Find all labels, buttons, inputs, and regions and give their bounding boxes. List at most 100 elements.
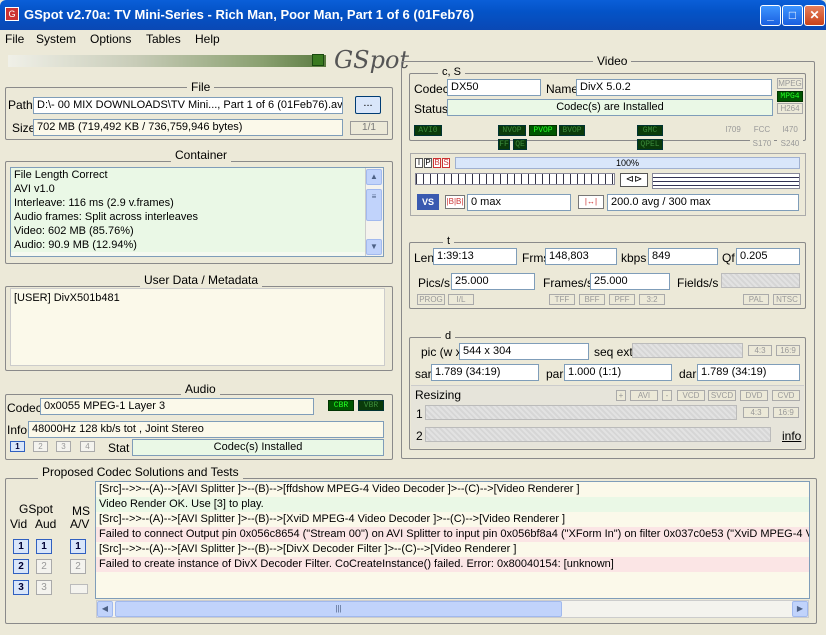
gspot-aud-1-button[interactable]: 1 (36, 539, 52, 554)
list-item: Interleave: 116 ms (2.9 v.frames) (11, 196, 383, 210)
frames-field: 25.000 (590, 273, 670, 290)
resize-43-button[interactable]: 4:3 (743, 407, 769, 418)
vbr-indicator: VBR (358, 400, 384, 411)
codec-test-list[interactable]: [Src]-->>--(A)-->[AVI Splitter ]>--(B)--… (95, 481, 810, 599)
audio-stat-field: Codec(s) Installed (132, 439, 384, 456)
flag-i470: I470 (777, 125, 803, 136)
ms-label: MS (72, 504, 90, 518)
gspot-aud-3-button[interactable]: 3 (36, 580, 52, 595)
resize-svcd-button[interactable]: SVCD (708, 390, 736, 401)
path-label: Path (8, 98, 33, 112)
audio-codec-label: Codec (7, 401, 42, 415)
path-field[interactable]: D:\- 00 MIX DOWNLOADS\TV Mini..., Part 1… (33, 97, 343, 114)
codec-subgroup-label: c, S (438, 66, 465, 78)
activity-led (312, 54, 324, 66)
ms-av-2-button[interactable]: 2 (70, 559, 86, 574)
vid-label: Vid (10, 517, 28, 531)
scroll-down-icon[interactable]: ▼ (366, 239, 382, 255)
scroll-left-icon[interactable]: ◀ (97, 601, 113, 617)
list-item: [USER] DivX501b481 (14, 292, 120, 304)
browse-button[interactable]: ... (355, 96, 381, 114)
ms-av-1-button[interactable]: 1 (70, 539, 86, 554)
seq-field (632, 343, 743, 358)
flag-bvop: BVOP (559, 125, 585, 136)
app-icon: G (5, 7, 19, 21)
resize-169-button[interactable]: 16:9 (773, 407, 799, 418)
audio-track-2[interactable]: 2 (33, 441, 48, 452)
frms-field: 148,803 (545, 248, 617, 265)
info-link[interactable]: info (782, 429, 801, 443)
scroll-right-icon[interactable]: ▶ (792, 601, 808, 617)
frame-b: B (433, 158, 441, 168)
flag-qe: QE (513, 139, 527, 150)
len-field: 1:39:13 (433, 248, 517, 265)
userdata-group-label: User Data / Metadata (140, 273, 263, 287)
gspot-vid-1-button[interactable]: 1 (13, 539, 29, 554)
audio-stat-label: Stat (108, 441, 130, 455)
resize-minus-button[interactable]: - (662, 390, 672, 401)
frames-label: Frames/s (543, 276, 594, 290)
flag-gmc: GMC (637, 125, 663, 136)
gspot-aud-2-button[interactable]: 2 (36, 559, 52, 574)
gspot-vid-3-button[interactable]: 3 (13, 580, 29, 595)
flag-pvop: PVOP (529, 125, 557, 136)
flag-i709: I709 (720, 125, 746, 136)
flag-bff: BFF (579, 294, 605, 305)
ms-av-3-placeholder (70, 584, 88, 594)
pics-field: 25.000 (451, 273, 535, 290)
cbr-indicator: CBR (328, 400, 354, 411)
ar-43-button[interactable]: 4:3 (748, 345, 772, 356)
resize-row-2-field (425, 427, 771, 442)
flag-pff: PFF (609, 294, 635, 305)
menu-help[interactable]: Help (195, 32, 220, 46)
flag-prog: PROG (417, 294, 445, 305)
page-indicator: 1/1 (350, 121, 388, 135)
format-mpg4: MPG4 (777, 91, 803, 102)
scroll-thumb[interactable]: ≡ (366, 189, 382, 221)
video-codec-label: Codec (414, 82, 449, 96)
resizing-label: Resizing (415, 388, 462, 402)
close-button[interactable]: ✕ (804, 5, 825, 26)
file-group-label: File (187, 80, 215, 94)
len-label: Len (414, 251, 435, 265)
resize-row-1-label: 1 (416, 407, 423, 421)
par-field: 1.000 (1:1) (564, 364, 672, 381)
menu-options[interactable]: Options (90, 32, 131, 46)
menu-file[interactable]: File (5, 32, 24, 46)
frame-timeline (415, 173, 615, 185)
hscroll-thumb[interactable]: ||| (115, 601, 562, 617)
audio-track-1[interactable]: 1 (10, 441, 25, 452)
list-item: Audio frames: Split across interleaves (11, 210, 383, 224)
resize-vcd-button[interactable]: VCD (677, 390, 705, 401)
activity-strip (8, 55, 326, 67)
frame-s: S (442, 158, 450, 168)
sar-label: sar (415, 367, 432, 381)
resize-plus-button[interactable]: + (616, 390, 626, 401)
container-list[interactable]: File Length Correct AVI v1.0 Interleave:… (10, 167, 384, 257)
resize-dvd-button[interactable]: DVD (740, 390, 768, 401)
dimension-subgroup-label: d (441, 330, 456, 342)
userdata-list[interactable]: [USER] DivX501b481 (10, 288, 385, 366)
audio-track-3[interactable]: 3 (56, 441, 71, 452)
gspot-vid-2-button[interactable]: 2 (13, 559, 29, 574)
scroll-up-icon[interactable]: ▲ (366, 169, 382, 185)
list-item: Failed to create instance of DivX Decode… (96, 557, 809, 572)
frame-avg-field: 200.0 avg / 300 max (607, 194, 799, 211)
menu-system[interactable]: System (36, 32, 76, 46)
maximize-button[interactable]: □ (782, 5, 803, 26)
flag-il: I/L (448, 294, 474, 305)
size-label: Size (12, 121, 36, 135)
audio-track-4[interactable]: 4 (80, 441, 95, 452)
resize-avi-button[interactable]: AVI (630, 390, 658, 401)
dar-label: dar (679, 367, 697, 381)
frame-cursor-icon[interactable]: ⊲⊳ (620, 173, 648, 187)
ar-169-button[interactable]: 16:9 (776, 345, 800, 356)
bframe-icon: |B|B| (445, 195, 465, 209)
menu-tables[interactable]: Tables (146, 32, 181, 46)
list-item: Audio: 90.9 MB (12.94%) (11, 238, 383, 252)
format-h264: H264 (777, 103, 803, 114)
minimize-button[interactable]: _ (760, 5, 781, 26)
frame-span-icon: |↔| (578, 195, 604, 209)
flag-ff: FF (498, 139, 510, 150)
resize-cvd-button[interactable]: CVD (772, 390, 800, 401)
